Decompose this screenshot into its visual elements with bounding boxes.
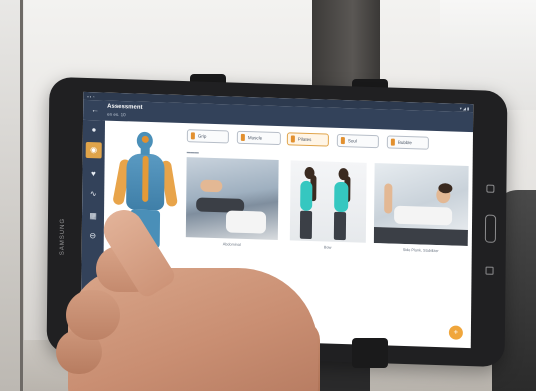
card-caption: Bow <box>324 245 332 250</box>
filter-chip-bubble[interactable]: Bubble <box>386 135 429 150</box>
nav-activity-icon[interactable]: ∿ <box>85 186 101 202</box>
model-pants <box>333 211 347 241</box>
page-subtitle: en es. 10 <box>107 111 126 118</box>
model-top <box>334 181 349 213</box>
exercise-card-abdominal[interactable] <box>185 157 279 241</box>
nav-toggle-icon[interactable]: ⊖ <box>85 228 101 244</box>
status-icons-left: ▪ ▪ ◔ <box>87 94 95 100</box>
grip-icon <box>190 132 195 140</box>
card-caption: Side Plank, Stabilizer <box>402 247 439 254</box>
background-frame-edge <box>20 0 23 391</box>
page-title: Assessment <box>107 103 143 111</box>
back-arrow-icon[interactable]: ← <box>91 105 99 114</box>
chip-label: Bubble <box>397 139 412 146</box>
exercise-photo-arm <box>200 179 223 193</box>
pilates-icon <box>290 135 295 143</box>
chip-label: Pilates <box>297 136 312 143</box>
hardware-home-button[interactable] <box>484 214 497 243</box>
model-hair <box>438 183 453 194</box>
filter-chips: Grip Muscle Pilates Soul Bubble <box>186 129 473 152</box>
add-button[interactable]: + <box>448 325 463 340</box>
exercise-card-bow[interactable] <box>289 160 367 243</box>
body-spine[interactable] <box>142 155 149 202</box>
trainer-arm <box>384 183 393 214</box>
filter-chip-pilates[interactable]: Pilates <box>286 132 329 147</box>
model-top <box>300 180 313 212</box>
nav-profile-icon[interactable]: ● <box>86 122 102 138</box>
soul-icon <box>340 137 345 145</box>
nav-body-icon[interactable]: ◉ <box>85 141 102 159</box>
device-brand: SAMSUNG <box>59 217 66 256</box>
exercise-table <box>373 227 468 246</box>
nav-heart-icon[interactable]: ♥ <box>85 166 101 182</box>
nav-calendar-icon[interactable]: ▦ <box>85 208 101 224</box>
section-label: ▬▬▬ <box>186 149 199 155</box>
card-caption: Abdominal <box>222 242 241 247</box>
chip-label: Grip <box>197 133 207 139</box>
background-pillar <box>312 0 380 90</box>
muscle-icon <box>240 133 245 141</box>
chip-label: Muscle <box>247 135 263 141</box>
filter-chip-grip[interactable]: Grip <box>186 129 229 144</box>
filter-chip-soul[interactable]: Soul <box>336 133 379 149</box>
mount-clamp-bottom <box>352 338 388 368</box>
model-pants <box>299 210 313 240</box>
hardware-back-key[interactable] <box>486 184 495 193</box>
hardware-recent-key[interactable] <box>485 266 494 275</box>
chip-label: Soul <box>347 138 357 144</box>
status-icons-right: ▾ ◢ ▮ <box>459 105 470 112</box>
model-body <box>394 205 453 226</box>
filter-chip-muscle[interactable]: Muscle <box>236 130 281 146</box>
bubble-icon <box>390 138 395 146</box>
exercise-photo-person <box>225 210 267 234</box>
hand-finger-middle <box>66 290 120 340</box>
body-head-marker <box>141 135 149 143</box>
exercise-card-side-plank[interactable] <box>373 163 469 246</box>
